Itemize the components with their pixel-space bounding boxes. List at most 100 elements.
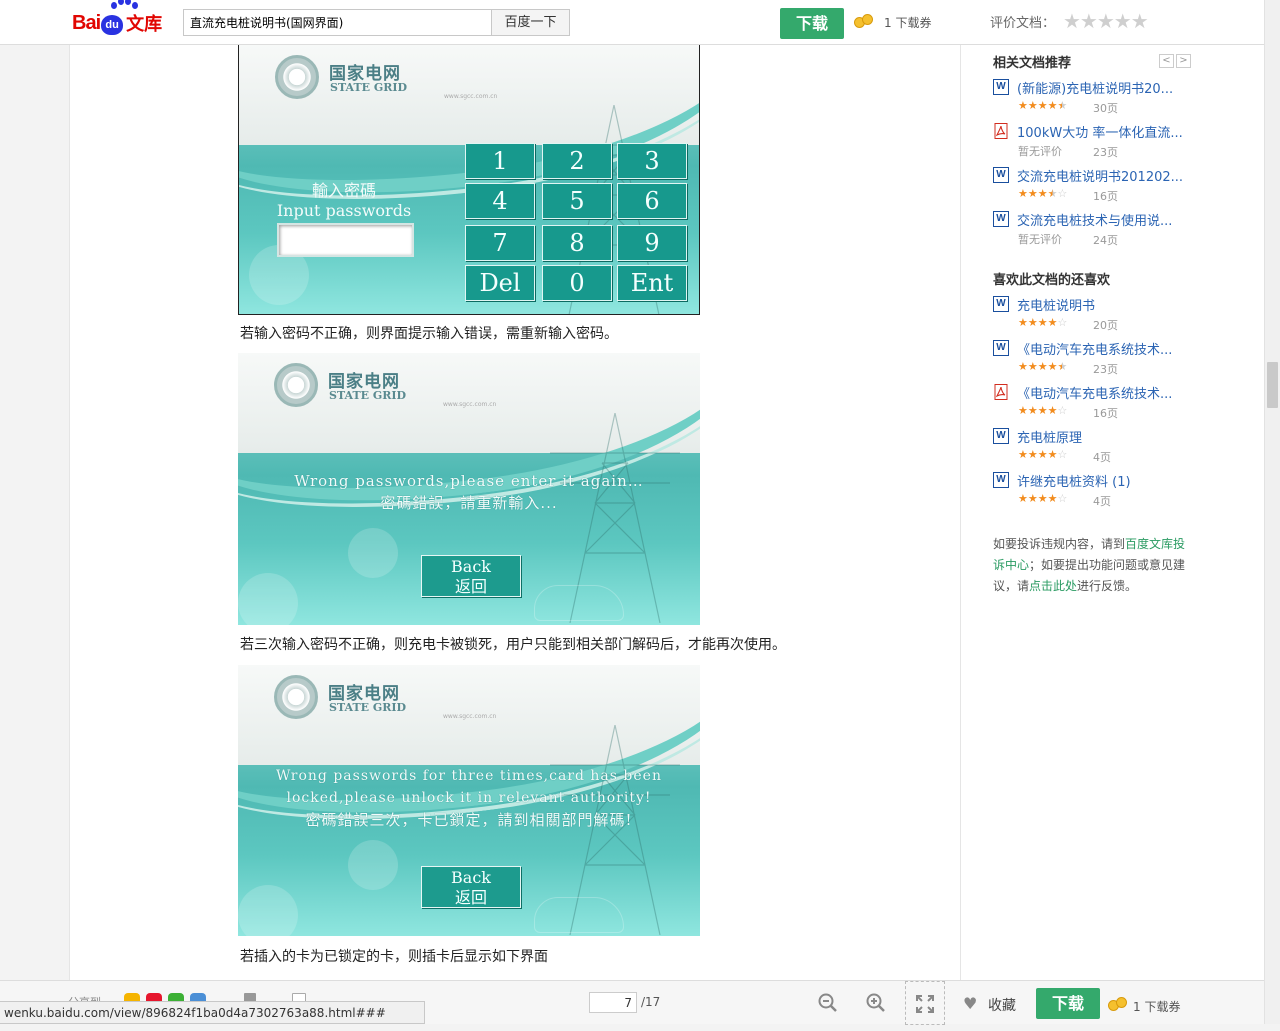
bottom-download-ticket-count: 1 下载券 [1133, 1000, 1181, 1014]
doc-list-item[interactable]: W 交流充电桩技术与使用说... 暂无评价 24页 [993, 210, 1223, 254]
doc-rating-stars: ★★★★☆ [1018, 448, 1067, 461]
pager-prev-button[interactable]: < [1159, 54, 1174, 68]
doc-page-count: 16页 [1093, 407, 1118, 420]
doc-page-count: 24页 [1093, 234, 1118, 247]
car-icon [534, 897, 624, 933]
doc-page-count: 16页 [1093, 190, 1118, 203]
browser-status-bar: wenku.baidu.com/view/896824f1ba0d4a73027… [0, 1001, 425, 1024]
stars-filled: ★★★★ [1018, 492, 1058, 505]
back-button: Back 返回 [421, 555, 521, 597]
scrollbar-thumb[interactable] [1267, 362, 1278, 408]
error-message-cn: 密碼錯誤，請重新輸入... [380, 494, 558, 512]
locked-message-en-1: Wrong passwords for three times,card has… [276, 768, 662, 784]
doc-rating-stars: ★★★★★ [1018, 99, 1067, 112]
doc-title-link[interactable]: 《电动汽车充电系统技术... [1017, 383, 1217, 402]
keypad-key: 3 [617, 143, 687, 179]
doc-title-link[interactable]: 《电动汽车充电系统技术... [1017, 339, 1217, 358]
search-input[interactable] [183, 9, 492, 36]
doc-list-item[interactable]: W 充电桩原理 ★★★★☆ 4页 [993, 427, 1223, 471]
zoom-out-icon[interactable] [818, 993, 838, 1013]
back-label-en: Back [451, 868, 491, 887]
coin-icon [854, 14, 876, 30]
sidebar: 相关文档推荐 < > W (新能源)充电桩说明书20... ★★★★★ 30页 100kW… [961, 45, 1264, 980]
doc-title-link[interactable]: 交流充电桩说明书201202... [1017, 166, 1217, 185]
stars-empty: ☆ [1057, 404, 1068, 417]
word-icon: W [993, 340, 1009, 356]
doc-list-item[interactable]: 《电动汽车充电系统技术... ★★★★☆ 16页 [993, 383, 1223, 427]
keypad-key: 2 [542, 143, 612, 179]
doc-rating-stars: ★★★★☆ [1018, 187, 1067, 200]
rating-stars[interactable]: ★★★★★ [1063, 9, 1149, 33]
report-text-pre: 如要投诉违规内容，请到 [993, 537, 1126, 551]
heart-icon[interactable]: ♥ [963, 994, 977, 1013]
keypad-key: 6 [617, 183, 687, 219]
doc-title-link[interactable]: 许继充电桩资料 (1) [1017, 471, 1217, 490]
paw-icon [109, 0, 138, 10]
brand-en: STATE GRID [329, 389, 407, 402]
doc-title-link[interactable]: 交流充电桩技术与使用说... [1017, 210, 1217, 229]
keypad-key: 4 [465, 183, 535, 219]
doc-title-link[interactable]: 100kW大功 率一体化直流... [1017, 122, 1217, 141]
doc-list-item[interactable]: W 充电桩说明书 ★★★★☆ 20页 [993, 295, 1223, 339]
word-icon: W [993, 472, 1009, 488]
stars-filled: ★★★★ [1018, 316, 1058, 329]
stars-filled: ★★★★ [1018, 448, 1058, 461]
stars-empty: ☆ [1057, 316, 1068, 329]
page-total: /17 [641, 995, 661, 1009]
stars-empty: ☆ [1057, 187, 1068, 200]
favorite-button[interactable]: 收藏 [988, 995, 1016, 1015]
star-half: ★ [1057, 360, 1068, 373]
keypad-key: 5 [542, 183, 612, 219]
baidu-wenku-logo[interactable]: Bai du 文库 [72, 0, 163, 38]
doc-list-item[interactable]: W (新能源)充电桩说明书20... ★★★★★ 30页 [993, 78, 1223, 122]
fullscreen-icon[interactable] [905, 981, 945, 1025]
locked-message-en-2: locked,please unlock it in relevant auth… [286, 790, 652, 806]
caption-3: 若插入的卡为已锁定的卡，则插卡后显示如下界面 [240, 949, 548, 965]
doc-rating-stars: ★★★★☆ [1018, 404, 1067, 417]
caption-2: 若三次输入密码不正确，则充电卡被锁死，用户只能到相关部门解码后，才能再次使用。 [240, 637, 786, 653]
keypad-key: 8 [542, 225, 612, 261]
feedback-link[interactable]: 点击此处 [1029, 579, 1077, 593]
keypad-key: 1 [465, 143, 535, 179]
report-text-post: 进行反馈。 [1077, 579, 1138, 593]
doc-list-item[interactable]: W 许继充电桩资料 (1) ★★★★☆ 4页 [993, 471, 1223, 515]
stars-filled: ★★★ [1018, 187, 1048, 200]
rating-label: 评价文档： [990, 16, 1056, 31]
doc-list-item[interactable]: 100kW大功 率一体化直流... 暂无评价 23页 [993, 122, 1223, 166]
vertical-scrollbar[interactable] [1264, 0, 1280, 1024]
doc-title-link[interactable]: (新能源)充电桩说明书20... [1017, 78, 1217, 97]
logo-du-badge: du [101, 15, 124, 35]
keypad-key: Del [465, 265, 535, 301]
caption-1: 若输入密码不正确，则界面提示输入错误，需重新输入密码。 [240, 326, 618, 342]
screen-bubble [238, 885, 298, 936]
brand-en: STATE GRID [329, 701, 407, 714]
doc-page-count: 4页 [1093, 451, 1111, 464]
word-icon: W [993, 167, 1009, 183]
download-button[interactable]: 下载 [780, 8, 844, 39]
word-icon: W [993, 211, 1009, 227]
related-pager: < > [1159, 52, 1193, 68]
pdf-icon [993, 384, 1009, 401]
password-label-cn: 輸入密碼 [311, 181, 376, 200]
doc-title-link[interactable]: 充电桩原理 [1017, 427, 1217, 446]
bottom-download-button[interactable]: 下载 [1036, 988, 1100, 1019]
keypad-key: 9 [617, 225, 687, 261]
liked-docs-title: 喜欢此文档的还喜欢 [993, 273, 1111, 288]
back-label-cn: 返回 [454, 888, 487, 907]
car-icon [534, 585, 624, 621]
screen-bubble [348, 840, 398, 890]
password-label-en: Input passwords [276, 201, 412, 220]
doc-page-count: 23页 [1093, 146, 1118, 159]
doc-list-item[interactable]: W 《电动汽车充电系统技术... ★★★★★ 23页 [993, 339, 1223, 383]
page-number-input[interactable] [589, 992, 637, 1013]
keypad-key: 0 [542, 265, 612, 301]
zoom-in-icon[interactable] [866, 993, 886, 1013]
doc-list-item[interactable]: W 交流充电桩说明书201202... ★★★★☆ 16页 [993, 166, 1223, 210]
search-button[interactable]: 百度一下 [491, 9, 570, 36]
pager-next-button[interactable]: > [1176, 54, 1191, 68]
coin-icon [1108, 997, 1130, 1013]
wrong-password-screen-image: 国家电网 STATE GRID www.sgcc.com.cn Wrong pa… [238, 353, 700, 625]
doc-title-link[interactable]: 充电桩说明书 [1017, 295, 1217, 314]
state-grid-logo-icon [275, 55, 319, 99]
logo-wenku-text: 文库 [126, 14, 163, 34]
